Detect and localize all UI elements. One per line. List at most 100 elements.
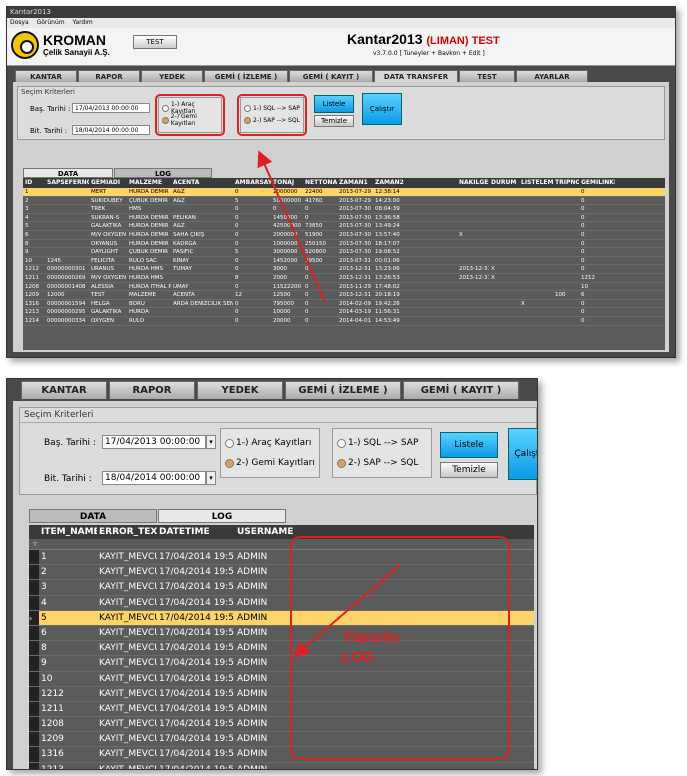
dropdown-arrow-icon[interactable]: ▾ (206, 435, 216, 449)
table-cell: DAYLIGHT (91, 249, 119, 256)
tab-yedek[interactable]: YEDEK (141, 70, 203, 82)
menu-bar: Dosya Görünüm Yardım (7, 18, 675, 28)
table-row[interactable]: 4 SUKRAN-S HURDA DEMIR PELIKAN 0 1450000 0 2013… (23, 214, 665, 223)
data-grid[interactable]: ID SAPSEFERNO GEMIADI MALZEME ACENTA AMBARSAY… (23, 178, 665, 350)
table-row[interactable]: 8 OKYANUS HURDA DEMIR KADRGA 0 1000000 250150 2… (23, 240, 665, 249)
table-row[interactable]: 1316 00000001594 HELGA BORU ARDA DENIZCILIK … (23, 300, 665, 309)
radio-sql-to-sap[interactable]: 1-) SQL --> SAP (337, 435, 431, 451)
table-row[interactable]: 5 GALAKTIKA HURDA DEMIR A&Z 0 42500000 73850 20… (23, 222, 665, 231)
column-header[interactable]: AMBARSAYISI (233, 178, 271, 188)
end-date-input[interactable]: 18/04/2014 00:00:00 (102, 471, 206, 485)
table-row[interactable]: 6 M/V OXYGEN HURDA DEMIR SAHA ÇIKIŞ 0 2000000… (23, 231, 665, 240)
app-title: Kantar2013 (LIMAN) TEST (347, 31, 500, 47)
table-cell: 00000000301 (47, 266, 86, 273)
table-cell (457, 240, 489, 248)
table-row[interactable]: 1209 12000 TEST MALZEME ACENTA 12 12500 0 2013-1… (23, 291, 665, 300)
table-cell: MALZEME (129, 292, 157, 299)
tab-gemi-kayit[interactable]: GEMİ ( KAYIT ) (403, 381, 519, 399)
end-date-label: Bit. Tarihi : (44, 474, 92, 484)
table-row[interactable]: 10 1245 FELICITA RULO SAC KINAY 0 1452000 39500… (23, 257, 665, 266)
clear-button[interactable]: Temizle (314, 115, 354, 127)
tab-kantar[interactable]: KANTAR (15, 70, 77, 82)
table-cell: ALESSIA (91, 283, 114, 290)
column-header[interactable]: TRIPNO (553, 178, 579, 188)
column-header[interactable]: MALZEME (127, 178, 171, 188)
table-cell: 2000000 (273, 231, 298, 238)
column-header[interactable]: TONAJ (271, 178, 303, 188)
start-date-input[interactable]: 17/04/2013 00:00:00 (102, 435, 206, 449)
subtab-log[interactable]: LOG (114, 168, 212, 178)
clear-button[interactable]: Temizle (440, 462, 498, 478)
table-row[interactable]: 1213 00000000295 GALAKTIKA HURDA 0 10000 0 2014… (23, 308, 665, 317)
subtab-data[interactable]: DATA (29, 509, 157, 523)
table-cell (171, 274, 233, 282)
column-header[interactable]: ZAMAN2 (373, 178, 457, 188)
table-row[interactable]: 9 DAYLIGHT ÇUBUK DEMIR PASIFIC 5 3000000 52080… (23, 248, 665, 257)
column-header[interactable]: DATETIME (157, 525, 235, 539)
tab-yedek[interactable]: YEDEK (197, 381, 283, 399)
list-button[interactable]: Listele (440, 432, 498, 458)
row-indicator-icon (29, 686, 39, 701)
table-row[interactable]: 1212 00000000301 URANUS HURDA HMS TUMAY 0 3000… (23, 265, 665, 274)
column-header[interactable]: ZAMAN1 (337, 178, 373, 188)
menu-item-view[interactable]: Görünüm (37, 19, 65, 26)
column-header[interactable]: GEMIADI (89, 178, 127, 188)
table-cell: 1211 (25, 274, 39, 281)
list-button[interactable]: Listele (314, 95, 354, 113)
table-row[interactable]: 2 SUKIDUBEY ÇUBUK DEMIR A&Z 5 50000000 41760 20… (23, 197, 665, 206)
tab-rapor[interactable]: RAPOR (109, 381, 195, 399)
subtab-data[interactable]: DATA (23, 168, 113, 178)
radio-vehicle-records[interactable]: 1-) Araç Kayıtları (225, 435, 319, 451)
table-cell (553, 205, 579, 213)
tab-rapor[interactable]: RAPOR (78, 70, 140, 82)
table-cell: 1245 (47, 257, 61, 264)
column-header[interactable]: LISTELEME (519, 178, 553, 188)
run-button[interactable]: Çalıştır (508, 428, 537, 480)
test-button[interactable]: TEST (133, 35, 177, 49)
tab-ayarlar[interactable]: AYARLAR (516, 70, 588, 82)
column-header[interactable]: SAPSEFERNO (45, 178, 89, 188)
radio-sap-to-sql[interactable]: 2-) SAP --> SQL (337, 455, 431, 471)
table-cell: RULO (129, 317, 145, 324)
end-date-input[interactable]: 18/04/2014 00:00:00 (72, 125, 150, 135)
start-date-input[interactable]: 17/04/2013 00:00:00 (72, 103, 150, 113)
tab-data-transfer[interactable]: DATA TRANSFER (374, 70, 458, 82)
column-header[interactable]: GEMILINKNO (579, 178, 615, 188)
menu-item-file[interactable]: Dosya (10, 19, 29, 26)
menu-item-help[interactable]: Yardım (73, 19, 93, 26)
tab-gemi-izleme[interactable]: GEMİ ( İZLEME ) (285, 381, 401, 399)
table-cell (457, 222, 489, 230)
column-header[interactable]: ITEM_NAME (39, 525, 97, 539)
radio-ship-records[interactable]: 2-) Gemi Kayıtları (225, 455, 319, 471)
table-cell: 0 (235, 223, 239, 230)
table-row[interactable]: 3 TREK HMS 0 0 0 2013-07-30 08:04:39 0 (23, 205, 665, 214)
table-cell: 17/04/2014 19:51:23 (159, 719, 235, 730)
row-indicator-header (29, 525, 39, 539)
table-row[interactable]: 1208 00000001408 ALESSIA HURDA ITHAL PIKUMA… (23, 283, 665, 292)
column-header[interactable]: ACENTA (171, 178, 233, 188)
table-row[interactable]: 1213KAYIT_MEVCUT17/04/2014 19:51:23ADMIN (29, 762, 534, 769)
run-button[interactable]: Çalıştır (362, 93, 402, 125)
column-header[interactable]: USERNAME (235, 525, 295, 539)
table-cell: 2013-12-31 (339, 274, 371, 281)
table-row[interactable]: 1 MERT HURDA DEMIR A&Z 0 2000000 22400 2013-07-… (23, 188, 665, 197)
column-header[interactable]: DURUM (489, 178, 519, 188)
table-cell: RULO SAC (129, 257, 157, 264)
table-row[interactable]: 1214 00000000334 OXYGEN RULO 0 20000 0 2014-04-… (23, 317, 665, 326)
table-cell: X (459, 231, 463, 238)
table-cell: 2013-07-29 (339, 189, 371, 195)
highlight-box (237, 94, 307, 136)
column-header[interactable]: ID (23, 178, 45, 188)
tab-gemi-izleme[interactable]: GEMİ ( İZLEME ) (204, 70, 288, 82)
column-header[interactable]: NAKILGEMI (457, 178, 489, 188)
subtab-log[interactable]: LOG (158, 509, 286, 523)
table-row[interactable]: 1211 00000000269 M/V OXYGEN HURDA HMS 8 2000 0… (23, 274, 665, 283)
tab-test[interactable]: TEST (459, 70, 515, 82)
tab-kantar[interactable]: KANTAR (21, 381, 107, 399)
table-cell: 1212 (41, 688, 64, 699)
dropdown-arrow-icon[interactable]: ▾ (206, 471, 216, 485)
table-cell: 0 (235, 283, 239, 290)
column-header[interactable]: ERROR_TEXT (97, 525, 157, 539)
tab-gemi-kayit[interactable]: GEMİ ( KAYIT ) (289, 70, 373, 82)
column-header[interactable]: NETTONAJ (303, 178, 337, 188)
